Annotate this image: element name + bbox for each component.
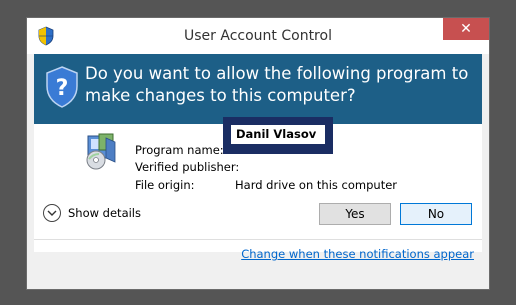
show-details-toggle[interactable]: Show details xyxy=(43,204,141,222)
yes-button[interactable]: Yes xyxy=(319,203,391,225)
footer-divider xyxy=(34,239,482,240)
close-icon: ✕ xyxy=(460,21,472,37)
prompt-question: Do you want to allow the following progr… xyxy=(85,64,469,105)
notifications-settings-link[interactable]: Change when these notifications appear xyxy=(241,247,474,261)
title-bar: User Account Control ✕ xyxy=(27,18,489,54)
file-origin-value: Hard drive on this computer xyxy=(235,178,398,192)
uac-dialog: User Account Control ✕ ? Do you want to … xyxy=(26,17,490,290)
verified-publisher-value: Danil Vlasov xyxy=(231,125,325,144)
uac-shield-question-icon: ? xyxy=(46,66,78,108)
chevron-down-icon xyxy=(43,204,61,222)
details-panel: Program name: Verified publisher: File o… xyxy=(34,117,482,252)
verified-publisher-label: Verified publisher: xyxy=(135,160,240,174)
file-origin-row: File origin: Hard drive on this computer xyxy=(135,178,397,192)
prompt-banner: ? Do you want to allow the following pro… xyxy=(34,54,482,124)
no-button[interactable]: No xyxy=(400,203,472,225)
file-origin-label: File origin: xyxy=(135,178,195,192)
program-name-label: Program name: xyxy=(135,143,224,157)
program-name-row: Program name: xyxy=(135,143,235,157)
show-details-label: Show details xyxy=(68,206,141,220)
installer-disc-icon xyxy=(86,133,116,170)
close-button[interactable]: ✕ xyxy=(443,18,489,40)
svg-text:?: ? xyxy=(56,76,69,101)
publisher-highlight: Danil Vlasov xyxy=(223,117,333,154)
verified-publisher-row: Verified publisher: xyxy=(135,160,240,174)
window-title: User Account Control xyxy=(184,28,332,44)
